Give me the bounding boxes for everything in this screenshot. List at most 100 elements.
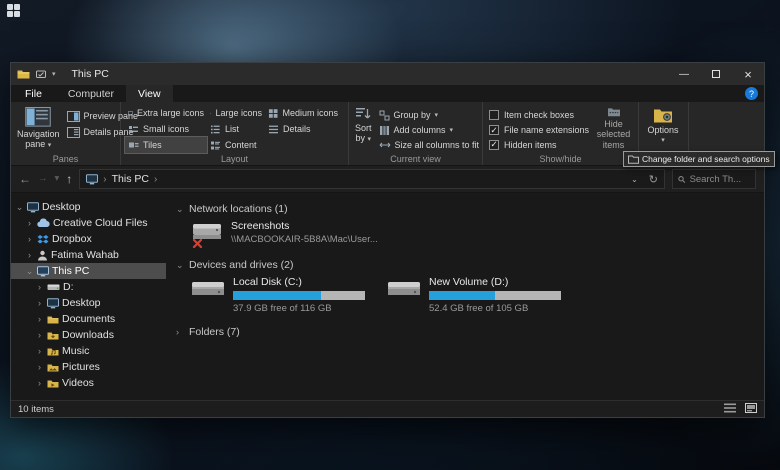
details-view-button[interactable]: Details [265, 121, 341, 137]
recent-locations-icon[interactable]: ▾ [55, 174, 60, 184]
chevron-down-icon[interactable]: ▾ [661, 137, 665, 145]
details-view-icon [269, 125, 278, 133]
drive-local-disk-c[interactable]: Local Disk (C:) 37.9 GB free of 116 GB [190, 276, 370, 314]
small-icons-label: Small icons [143, 124, 190, 134]
group-expanded-icon[interactable]: ⌄ [176, 204, 184, 215]
address-dropdown-icon[interactable]: ⌄ [631, 175, 638, 184]
sidebar-item-fatima-wahab[interactable]: › Fatima Wahab [11, 247, 166, 263]
add-columns-icon [379, 125, 389, 135]
desktop-shortcut-icon[interactable] [7, 4, 20, 17]
group-collapsed-icon[interactable]: › [176, 327, 184, 337]
sidebar-item-videos[interactable]: › Videos [11, 375, 166, 391]
tree-collapsed-icon[interactable]: › [35, 346, 44, 356]
tab-computer[interactable]: Computer [56, 85, 126, 102]
file-name-extensions-checkbox[interactable]: ✓ File name extensions [487, 123, 591, 138]
address-field[interactable]: › This PC › ⌄ ↻ [79, 169, 665, 189]
tree-expanded-icon[interactable]: ⌄ [15, 202, 24, 213]
help-icon[interactable]: ? [745, 87, 758, 100]
content-button[interactable]: Content [207, 137, 265, 153]
drive-icon [47, 284, 60, 290]
sidebar-item-label: Music [62, 345, 90, 357]
network-item-name: Screenshots [231, 220, 290, 232]
tab-file[interactable]: File [11, 85, 56, 102]
titlebar[interactable]: ▾ This PC — × [11, 63, 764, 85]
ribbon-group-show-hide: Item check boxes ✓ File name extensions … [483, 102, 639, 165]
tree-collapsed-icon[interactable]: › [35, 314, 44, 324]
hide-selected-items-button[interactable]: Hide selected items [593, 105, 634, 152]
hidden-items-checkbox[interactable]: ✓ Hidden items [487, 137, 591, 152]
breadcrumb-this-pc[interactable]: This PC [112, 173, 149, 185]
drive-usage-bar [429, 291, 561, 300]
add-columns-label: Add columns [393, 125, 446, 135]
add-columns-button[interactable]: Add columns ▾ [376, 123, 483, 138]
sidebar-item-desktop[interactable]: ⌄ Desktop [11, 199, 166, 215]
drive-new-volume-d[interactable]: New Volume (D:) 52.4 GB free of 105 GB [386, 276, 566, 314]
show-hide-group-label: Show/hide [539, 154, 582, 164]
sort-by-button[interactable]: Sort by ▾ [353, 105, 374, 152]
tree-collapsed-icon[interactable]: › [25, 234, 34, 244]
sidebar-item-creative-cloud-files[interactable]: › Creative Cloud Files [11, 215, 166, 231]
small-icons-button[interactable]: Small icons [125, 121, 207, 137]
search-input[interactable] [689, 173, 750, 185]
tree-collapsed-icon[interactable]: › [35, 330, 44, 340]
close-button[interactable]: × [732, 63, 764, 85]
quick-access-properties-icon[interactable] [36, 69, 46, 79]
group-expanded-icon[interactable]: ⌄ [176, 260, 184, 271]
quick-access-dropdown-icon[interactable]: ▾ [52, 70, 56, 78]
extra-large-icons-label: Extra large icons [136, 108, 204, 118]
group-header-devices-and-drives[interactable]: ⌄ Devices and drives (2) [176, 257, 764, 273]
tree-collapsed-icon[interactable]: › [35, 298, 44, 308]
large-icons-view-toggle-button[interactable] [745, 402, 757, 416]
group-header-folders[interactable]: › Folders (7) [176, 324, 764, 340]
extra-large-icons-button[interactable]: Extra large icons [125, 105, 207, 121]
size-all-columns-button[interactable]: Size all columns to fit [376, 137, 483, 152]
downloads-folder-icon [47, 332, 59, 339]
videos-folder-icon [47, 380, 59, 387]
medium-icons-button[interactable]: Medium icons [265, 105, 341, 121]
sidebar-item-desktop-child[interactable]: › Desktop [11, 295, 166, 311]
search-box[interactable] [672, 169, 756, 189]
group-by-icon [379, 110, 390, 121]
back-icon[interactable]: ← [19, 173, 31, 185]
status-bar: 10 items [11, 400, 764, 417]
sidebar-item-d-drive[interactable]: › D: [11, 279, 166, 295]
tree-expanded-icon[interactable]: ⌄ [25, 266, 34, 277]
sidebar-item-documents[interactable]: › Documents [11, 311, 166, 327]
large-icons-button[interactable]: Large icons [207, 105, 265, 121]
sidebar-item-pictures[interactable]: › Pictures [11, 359, 166, 375]
options-button[interactable]: Options ▾ [643, 105, 683, 152]
tree-collapsed-icon[interactable]: › [25, 250, 34, 260]
tree-collapsed-icon[interactable]: › [35, 282, 44, 292]
refresh-icon[interactable]: ↻ [649, 173, 658, 186]
chevron-down-icon: ▾ [434, 112, 439, 120]
details-view-toggle-button[interactable] [724, 403, 736, 416]
group-header-network-locations[interactable]: ⌄ Network locations (1) [176, 201, 764, 217]
tree-collapsed-icon[interactable]: › [35, 378, 44, 388]
maximize-button[interactable] [700, 63, 732, 85]
drive-usage-bar [233, 291, 365, 300]
navigation-pane-button[interactable]: Navigation pane ▾ [15, 105, 62, 152]
minimize-button[interactable]: — [668, 63, 700, 85]
sidebar-item-music[interactable]: › Music [11, 343, 166, 359]
up-icon[interactable]: ↑ [66, 173, 72, 185]
tiles-button[interactable]: Tiles [124, 136, 208, 154]
address-bar: ← → ▾ ↑ › This PC › ⌄ ↻ [11, 166, 764, 193]
sidebar-item-this-pc[interactable]: ⌄ This PC [11, 263, 166, 279]
forward-icon[interactable]: → [38, 174, 48, 184]
sidebar-item-downloads[interactable]: › Downloads [11, 327, 166, 343]
sidebar-item-label: Videos [62, 377, 94, 389]
check-icon: ✓ [490, 124, 498, 135]
item-check-boxes-checkbox[interactable]: Item check boxes [487, 108, 591, 123]
group-by-button[interactable]: Group by ▾ [376, 108, 483, 123]
list-button[interactable]: List [207, 121, 265, 137]
breadcrumb-chevron-icon[interactable]: › [154, 174, 157, 185]
folder-icon [47, 316, 59, 323]
tab-view[interactable]: View [126, 85, 173, 102]
tree-collapsed-icon[interactable]: › [25, 218, 34, 228]
size-all-columns-icon [379, 142, 390, 148]
content-label: Content [225, 140, 257, 150]
tree-collapsed-icon[interactable]: › [35, 362, 44, 372]
network-location-screenshots[interactable]: Screenshots \\MACBOOKAIR-5B8A\Mac\User..… [190, 220, 764, 248]
sidebar-item-dropbox[interactable]: › Dropbox [11, 231, 166, 247]
group-header-label: Devices and drives (2) [189, 259, 294, 271]
